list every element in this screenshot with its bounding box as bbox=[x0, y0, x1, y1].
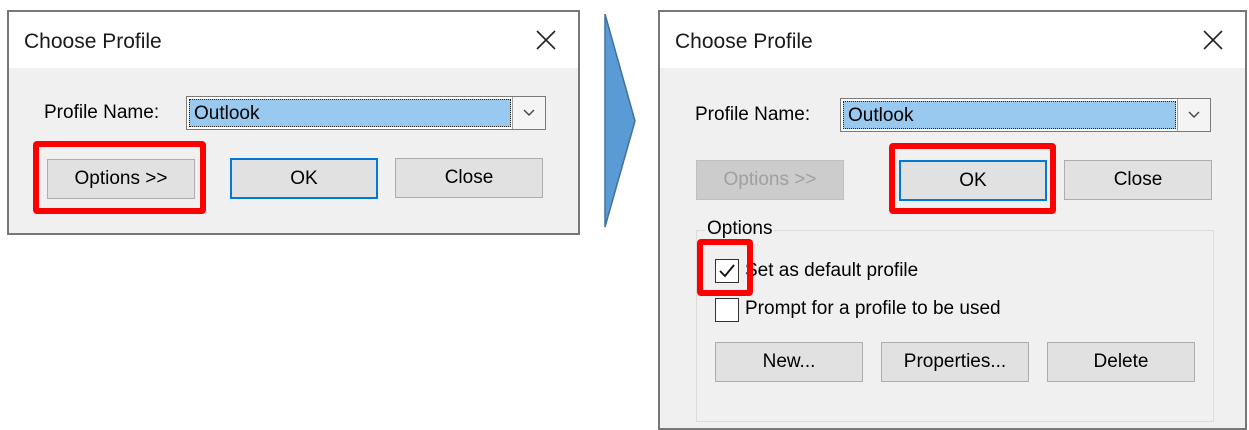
checkmark-icon bbox=[719, 264, 735, 278]
set-default-checkbox[interactable] bbox=[715, 259, 739, 283]
profile-name-value: Outlook bbox=[843, 101, 1176, 129]
profile-name-label: Profile Name: bbox=[44, 102, 160, 123]
close-button[interactable]: Close bbox=[395, 158, 543, 198]
chevron-down-icon bbox=[1188, 111, 1200, 118]
choose-profile-dialog-before: Choose Profile Profile Name: Outlook Opt… bbox=[7, 10, 580, 235]
properties-button[interactable]: Properties... bbox=[881, 342, 1029, 382]
title-bar: Choose Profile bbox=[9, 12, 578, 68]
profile-name-label: Profile Name: bbox=[695, 104, 811, 125]
profile-name-combobox[interactable]: Outlook bbox=[186, 96, 546, 130]
prompt-profile-checkbox[interactable] bbox=[715, 298, 739, 322]
options-group: Options Set as default profile Prompt fo… bbox=[696, 218, 1214, 422]
ok-button[interactable]: OK bbox=[899, 160, 1047, 201]
set-default-label[interactable]: Set as default profile bbox=[745, 260, 918, 282]
chevron-down-icon bbox=[523, 109, 535, 116]
dropdown-arrow[interactable] bbox=[512, 97, 545, 129]
options-group-title: Options bbox=[705, 218, 775, 240]
delete-button[interactable]: Delete bbox=[1047, 342, 1195, 382]
dropdown-arrow[interactable] bbox=[1177, 99, 1210, 131]
profile-name-value: Outlook bbox=[189, 99, 511, 127]
close-icon[interactable] bbox=[1202, 29, 1224, 51]
options-button[interactable]: Options >> bbox=[47, 159, 195, 199]
new-button[interactable]: New... bbox=[715, 342, 863, 382]
profile-name-combobox[interactable]: Outlook bbox=[840, 98, 1211, 132]
right-arrow-icon bbox=[604, 14, 636, 228]
title-bar: Choose Profile bbox=[660, 12, 1245, 68]
close-icon[interactable] bbox=[535, 29, 557, 51]
prompt-profile-label[interactable]: Prompt for a profile to be used bbox=[745, 298, 1001, 320]
close-button[interactable]: Close bbox=[1064, 160, 1212, 200]
ok-button[interactable]: OK bbox=[230, 158, 378, 199]
dialog-title: Choose Profile bbox=[675, 30, 813, 53]
dialog-title: Choose Profile bbox=[24, 30, 162, 53]
choose-profile-dialog-after: Choose Profile Profile Name: Outlook Opt… bbox=[658, 10, 1247, 430]
options-button[interactable]: Options >> bbox=[696, 160, 844, 200]
